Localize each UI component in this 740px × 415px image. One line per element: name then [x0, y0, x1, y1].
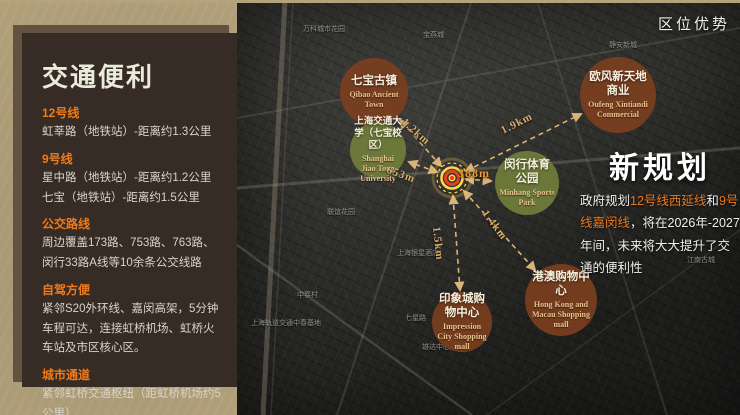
traffic-section-heading: 12号线	[42, 104, 221, 121]
traffic-panel: 交通便利 12号线虹莘路（地铁站）-距离约1.3公里 9号线星中路（地铁站）-距离…	[22, 33, 237, 387]
traffic-section-line: 星中路（地铁站）-距离约1.2公里	[42, 169, 221, 189]
poi-name-zh: 闵行体育公园	[499, 158, 555, 187]
poi-name-zh: 上海交通大学（七宝校区）	[354, 116, 402, 152]
traffic-section-heading: 9号线	[42, 150, 221, 167]
traffic-panel-title: 交通便利	[42, 57, 221, 94]
new-plan-title: 新规划	[609, 143, 711, 187]
traffic-section-line: 紧邻虹桥交通枢纽（距虹桥机场约5公里）	[42, 385, 221, 415]
distance-label: 388m	[458, 166, 490, 181]
poi-name-en: Qibao Ancient Town	[344, 90, 404, 110]
poi-name-zh: 印象城购物中心	[436, 292, 488, 321]
poi-oufeng-xintiandi: 欧风新天地商业Oufeng Xintiandi Commercial	[580, 57, 656, 133]
poi-name-en: Minhang Sports Park	[499, 188, 555, 208]
traffic-section-line: 周边覆盖173路、753路、763路、闵行33路A线等10余条公交线路	[42, 234, 221, 274]
poi-name-zh: 欧风新天地商业	[584, 70, 652, 99]
poi-name-en: Hong Kong and Macau Shopping mall	[529, 300, 593, 330]
traffic-section-line: 七宝（地铁站）-距离约1.5公里	[42, 189, 221, 209]
slide: 交通便利 12号线虹莘路（地铁站）-距离约1.3公里 9号线星中路（地铁站）-距离…	[0, 0, 740, 415]
distance-line	[453, 196, 460, 290]
traffic-section-heading: 自驾方便	[42, 281, 221, 298]
poi-impression-city-mall: 印象城购物中心Impression City Shopping mall	[432, 292, 492, 352]
poi-name-en: Impression City Shopping mall	[436, 322, 488, 352]
top-strip	[0, 0, 740, 3]
traffic-section-heading: 公交路线	[42, 215, 221, 232]
plan-segment: 和	[706, 194, 719, 208]
plan-highlight: 12号线西延线	[630, 194, 706, 208]
traffic-section-heading: 城市通道	[42, 366, 221, 383]
poi-name-zh: 七宝古镇	[351, 74, 397, 88]
traffic-section-line: 紧邻S20外环线、嘉闵高架，5分钟车程可达，连接虹桥机场、虹桥火车站及市区核心区…	[42, 300, 221, 359]
satellite-map: 万科城市花园宝燕城静安新城联谊花园上海银星酒店中春村上海轨道交通中春基地七星路雄…	[237, 0, 740, 415]
traffic-sections: 12号线虹莘路（地铁站）-距离约1.3公里 9号线星中路（地铁站）-距离约1.2公…	[42, 104, 221, 415]
poi-name-en: Oufeng Xintiandi Commercial	[584, 100, 652, 120]
plan-segment: 政府规划	[580, 194, 630, 208]
corner-label: 区位优势	[658, 13, 730, 34]
poi-minhang-sports-park: 闵行体育公园Minhang Sports Park	[495, 151, 559, 215]
traffic-section-line: 虹莘路（地铁站）-距离约1.3公里	[42, 123, 221, 143]
new-plan-text: 政府规划12号线西延线和9号线嘉闵线，将在2026年-2027年间，未来将大大提…	[580, 190, 740, 279]
